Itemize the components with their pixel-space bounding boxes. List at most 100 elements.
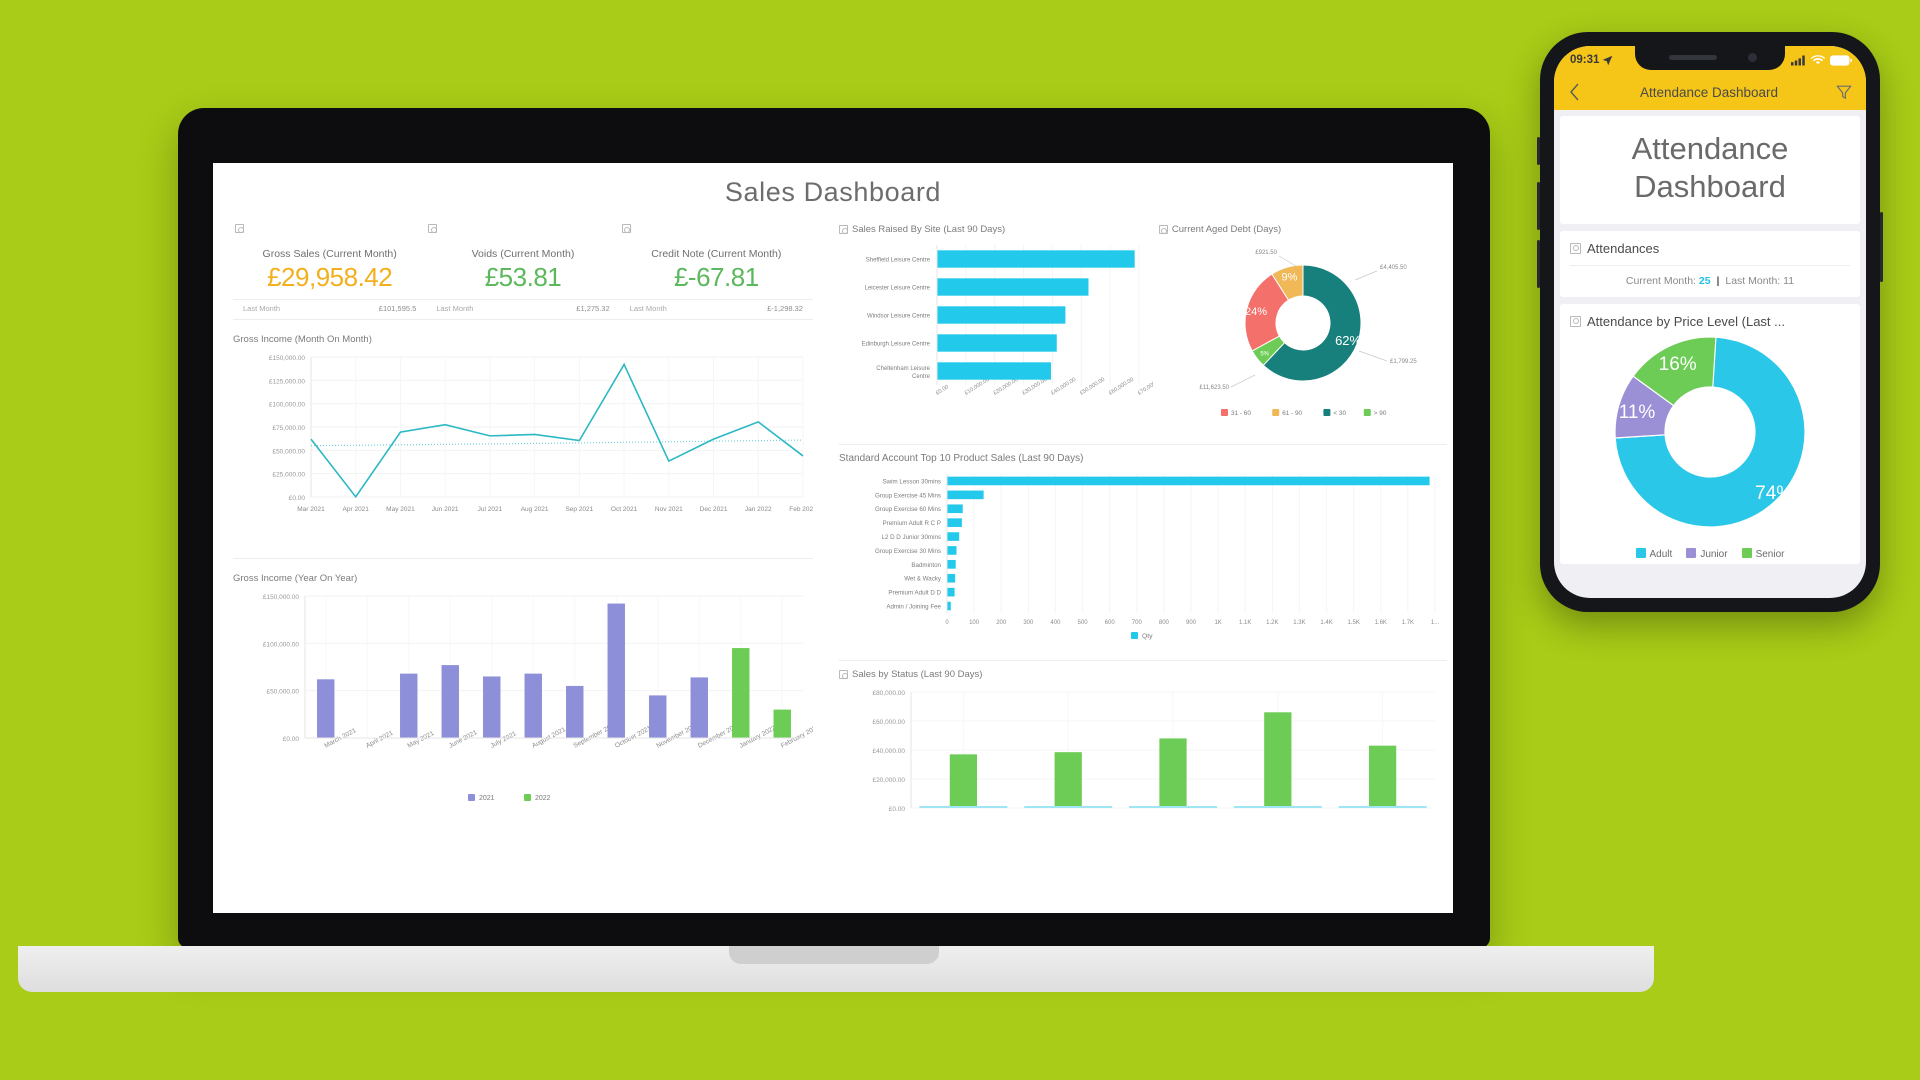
svg-text:Jul 2021: Jul 2021 [478, 506, 503, 513]
legend-item-senior[interactable]: Senior [1741, 547, 1784, 560]
phone-notch [1635, 46, 1785, 70]
svg-text:£50,000.00: £50,000.00 [266, 689, 299, 696]
svg-text:11%: 11% [1619, 401, 1656, 422]
svg-text:100: 100 [969, 620, 980, 626]
svg-text:1.1K: 1.1K [1239, 620, 1251, 626]
svg-text:£50,000.00: £50,000.00 [272, 448, 305, 455]
svg-text:£60,000.00: £60,000.00 [872, 719, 905, 726]
chart-gross-income-mom[interactable]: Gross Income (Month On Month) £0.00 £25,0… [233, 334, 817, 550]
svg-text:9%: 9% [1281, 271, 1297, 283]
legend-swatch [1741, 547, 1752, 558]
chart-top-10-product-sales[interactable]: Standard Account Top 10 Product Sales (L… [839, 453, 1447, 658]
svg-text:2021: 2021 [479, 795, 495, 802]
kpi-card-voids[interactable]: Voids (Current Month) £53.81 Last Month … [426, 224, 620, 313]
phone-front-camera [1748, 53, 1757, 62]
phone-content: Attendance Dashboard Attendances Current… [1554, 110, 1866, 577]
card-title: Attendance by Price Level (Last ... [1587, 313, 1785, 329]
svg-text:£80,000.00: £80,000.00 [872, 690, 905, 697]
kpi-foot-label: Last Month [243, 304, 281, 313]
chart-header: Sales by Status (Last 90 Days) [839, 669, 1447, 680]
panel-image-icon [1570, 242, 1581, 254]
svg-text:£30,000.00: £30,000.00 [1021, 377, 1048, 397]
chart-sales-raised-by-site[interactable]: Sales Raised By Site (Last 90 Days) £0.0… [839, 224, 1164, 440]
legend-label: Junior [1700, 548, 1728, 560]
current-aged-debt-svg: 62% 5% 24% 9% £921.50 £4,405.50 £1,799.25 £11,6… [1199, 250, 1417, 417]
svg-text:Sep 2021: Sep 2021 [565, 506, 593, 513]
svg-text:£0.00: £0.00 [889, 806, 906, 813]
kpi-value: £29,958.42 [267, 262, 393, 292]
svg-text:£125,000.00: £125,000.00 [269, 378, 306, 385]
kpi-label: Gross Sales (Current Month) [262, 248, 397, 260]
panel-image-icon [1570, 315, 1581, 327]
battery-icon [1830, 54, 1852, 66]
svg-text:Mar 2021: Mar 2021 [297, 506, 325, 513]
svg-text:61 - 90: 61 - 90 [1282, 410, 1302, 417]
top-10-product-sales-svg: 0 100 200 300 400 500 600 700 800 900 1K 1.1K 1.2K 1.… [875, 474, 1439, 640]
svg-text:Apr 2021: Apr 2021 [343, 506, 370, 513]
chart-gross-income-yoy[interactable]: Gross Income (Year On Year) £0.00 £50,000… [233, 573, 821, 823]
signal-bars-icon [1791, 55, 1805, 65]
svg-text:5%: 5% [1260, 352, 1269, 358]
chart-sales-by-status[interactable]: Sales by Status (Last 90 Days) £0.00 £20,… [839, 669, 1447, 829]
kpi-card-gross-sales[interactable]: Gross Sales (Current Month) £29,958.42 L… [233, 224, 427, 313]
chart-current-aged-debt[interactable]: Current Aged Debt (Days) 62% 5% 24% 9% £921.… [1158, 224, 1447, 440]
current-month-label: Current Month: [1625, 274, 1696, 287]
chart-header: Sales Raised By Site (Last 90 Days) [839, 224, 1155, 235]
kpi-row: Gross Sales (Current Month) £29,958.42 L… [233, 224, 813, 320]
svg-text:£0.00: £0.00 [283, 736, 300, 743]
phone-volume-down-button[interactable] [1537, 240, 1540, 288]
phone-mute-switch[interactable] [1537, 137, 1540, 165]
svg-text:Premium Adult R C P: Premium Adult R C P [883, 520, 941, 527]
page-title: Sales Dashboard [724, 177, 942, 207]
nav-title: Attendance Dashboard [1639, 84, 1779, 100]
svg-text:24%: 24% [1245, 306, 1267, 318]
card-title: Attendances [1587, 240, 1660, 256]
phone-hero-title: Attendance Dashboard [1560, 116, 1860, 224]
last-month-value: 11 [1783, 274, 1795, 287]
legend-item-adult[interactable]: Adult [1635, 547, 1673, 560]
svg-text:May 2021: May 2021 [386, 506, 415, 513]
svg-text:31 - 60: 31 - 60 [1231, 410, 1251, 417]
svg-text:Edinburgh Leisure Centre: Edinburgh Leisure Centre [862, 342, 931, 348]
svg-text:Sheffield Leisure Centre: Sheffield Leisure Centre [866, 258, 931, 264]
svg-text:1.4K: 1.4K [1320, 620, 1332, 626]
phone-volume-up-button[interactable] [1537, 182, 1540, 230]
svg-text:Windsor Leisure Centre: Windsor Leisure Centre [867, 314, 931, 320]
location-arrow-icon [1603, 55, 1613, 65]
svg-text:Swim Lesson 30mins: Swim Lesson 30mins [883, 478, 941, 485]
chevron-left-icon[interactable] [1567, 81, 1583, 103]
phone-screen: 09:31 Attendance Dashboard Attendance Da… [1554, 46, 1866, 598]
dashboard-left-column: Gross Sales (Current Month) £29,958.42 L… [223, 224, 821, 896]
svg-text:1.2K: 1.2K [1266, 620, 1278, 626]
svg-text:700: 700 [1132, 620, 1143, 626]
kpi-label: Voids (Current Month) [471, 248, 575, 260]
phone-price-level-card[interactable]: Attendance by Price Level (Last ... 74% 1… [1560, 303, 1860, 564]
divider [233, 558, 813, 559]
attendance-counts: Current Month: 25 | Last Month: 11 [1570, 264, 1850, 287]
phone-attendances-card[interactable]: Attendances Current Month: 25 | Last Mon… [1560, 230, 1860, 297]
svg-text:£100,000.00: £100,000.00 [269, 402, 306, 409]
phone-mockup: 09:31 Attendance Dashboard Attendance Da… [1537, 32, 1883, 612]
filter-funnel-icon[interactable] [1835, 83, 1853, 101]
panel-image-icon [839, 670, 848, 679]
svg-text:£40,000.00: £40,000.00 [1050, 377, 1077, 397]
phone-power-button[interactable] [1880, 212, 1883, 282]
legend-label: Adult [1649, 548, 1673, 560]
kpi-foot-label: Last Month [629, 304, 667, 313]
svg-text:Centre: Centre [912, 374, 931, 380]
svg-text:62%: 62% [1335, 333, 1361, 348]
svg-text:£20,000.00: £20,000.00 [872, 777, 905, 784]
kpi-card-credit-note[interactable]: Credit Note (Current Month) £-67.81 Last… [619, 224, 813, 313]
chart-title: Current Aged Debt (Days) [1171, 224, 1282, 235]
last-month-label: Last Month: [1725, 274, 1781, 287]
svg-text:£921.50: £921.50 [1255, 250, 1277, 256]
svg-text:600: 600 [1105, 620, 1116, 626]
svg-text:Qty: Qty [1142, 633, 1153, 640]
svg-text:£150,000.00: £150,000.00 [263, 594, 300, 601]
svg-text:500: 500 [1078, 620, 1089, 626]
svg-text:April 2021: April 2021 [365, 729, 395, 749]
panel-image-icon [839, 225, 848, 234]
kpi-value: £53.81 [484, 262, 562, 292]
svg-text:£4,405.50: £4,405.50 [1380, 265, 1407, 271]
legend-item-junior[interactable]: Junior [1686, 547, 1728, 560]
